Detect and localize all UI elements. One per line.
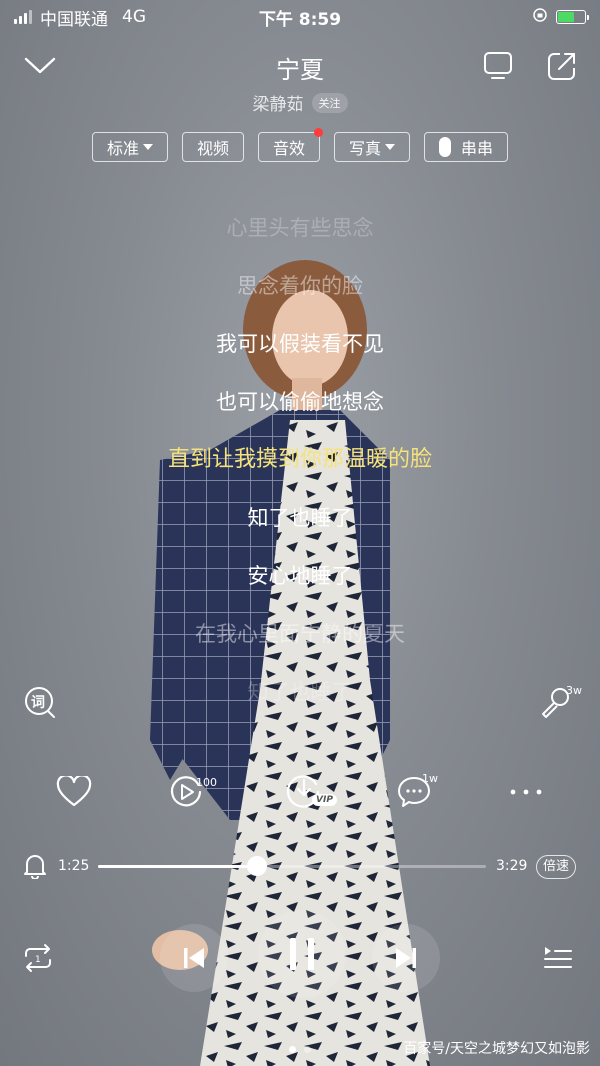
player-screen: 中国联通 4G 下午 8:59 宁夏 梁静茹 关注 标准 视频 音效 写真 串串… [0, 0, 600, 1066]
lyric-line[interactable]: 心里头有些思念 [0, 208, 600, 266]
lyric-line[interactable]: 安心地睡了 [0, 556, 600, 614]
lyric-line[interactable]: 思念着你的脸 [0, 266, 600, 324]
lyrics-panel[interactable]: 心里头有些思念 思念着你的脸 我可以假装看不见 也可以偷偷地想念 直到让我摸到你… [0, 208, 600, 730]
lyric-line[interactable]: 在我心里面宁静的夏天 [0, 614, 600, 672]
carrier-name: 中国联通 [40, 9, 108, 30]
photo-dropdown[interactable]: 写真 [334, 132, 411, 162]
lyric-line[interactable]: 知了也睡了 [0, 498, 600, 556]
toggle-icon [439, 137, 452, 157]
follow-button[interactable]: 关注 [311, 92, 348, 113]
share-icon[interactable] [542, 46, 582, 86]
download-icon[interactable]: VIP [282, 770, 337, 814]
effects-label: 音效 [272, 139, 305, 158]
status-bar: 中国联通 4G 下午 8:59 [0, 0, 600, 34]
video-count: 100 [196, 776, 217, 789]
pause-icon [290, 938, 314, 970]
heart-icon[interactable] [52, 770, 96, 814]
svg-text:1: 1 [35, 955, 41, 965]
artist-name[interactable]: 梁静茹 [253, 90, 304, 115]
caret-down-icon [385, 144, 396, 150]
playlist-icon[interactable] [538, 938, 578, 978]
chuanchuan-toggle[interactable]: 串串 [424, 132, 509, 162]
video-label: 视频 [196, 139, 229, 158]
progress-played [98, 865, 258, 868]
bell-icon[interactable] [20, 848, 50, 884]
chuanchuan-label: 串串 [461, 139, 494, 158]
battery-icon [556, 10, 589, 24]
orientation-lock-icon [532, 7, 548, 28]
page-dot [304, 1046, 311, 1053]
speed-button[interactable]: 倍速 [536, 855, 577, 879]
sound-effects-button[interactable]: 音效 [257, 128, 323, 162]
lyrics-mode-button[interactable]: 词 [22, 684, 58, 720]
total-time: 3:29 [496, 858, 528, 874]
vip-badge: VIP [312, 794, 337, 806]
skip-previous-icon [184, 948, 204, 968]
karaoke-count: 3w [566, 684, 582, 697]
network-type: 4G [122, 7, 146, 27]
pause-button[interactable] [258, 910, 346, 998]
photo-label: 写真 [349, 139, 382, 158]
tv-cast-icon[interactable] [478, 46, 518, 86]
quality-dropdown[interactable]: 标准 [91, 132, 168, 162]
progress-row: 1:25 3:29 倍速 [0, 848, 600, 886]
repeat-one-icon[interactable]: 1 [18, 938, 58, 978]
mode-chips: 标准 视频 音效 写真 串串 [0, 128, 600, 162]
lyric-line[interactable]: 知了也睡了 [0, 672, 600, 730]
signal-strength-icon [14, 10, 32, 24]
progress-track[interactable] [98, 865, 486, 868]
next-button[interactable] [372, 924, 440, 992]
quality-label: 标准 [106, 139, 139, 158]
new-badge-dot [314, 128, 323, 137]
page-dot-active [289, 1046, 296, 1053]
previous-button[interactable] [160, 924, 228, 992]
action-row: 100 VIP 1w [0, 770, 600, 816]
skip-next-icon [396, 948, 416, 968]
current-time: 1:25 [58, 858, 90, 874]
player-header: 宁夏 梁静茹 关注 [0, 44, 600, 124]
watermark-text: 百家号/天空之城梦幻又如泡影 [403, 1041, 590, 1057]
lyrics-mode-label: 词 [31, 695, 45, 711]
more-icon[interactable] [504, 770, 548, 814]
lyric-line[interactable]: 也可以偷偷地想念 [0, 382, 600, 440]
progress-thumb[interactable] [247, 856, 268, 876]
caret-down-icon [142, 144, 153, 150]
comment-count: 1w [422, 772, 438, 785]
lyric-line[interactable]: 我可以假装看不见 [0, 324, 600, 382]
playback-controls: 1 [0, 910, 600, 1004]
video-button[interactable]: 视频 [181, 132, 244, 162]
lyric-line-active[interactable]: 直到让我摸到你那温暖的脸 [0, 440, 600, 498]
